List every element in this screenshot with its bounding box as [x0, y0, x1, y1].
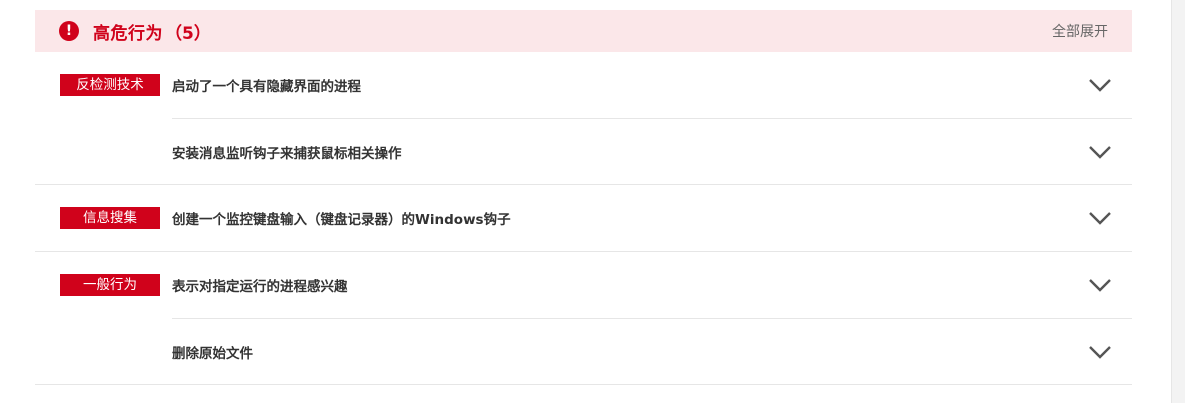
behavior-text: 安装消息监听钩子来捕获鼠标相关操作	[172, 145, 402, 162]
behavior-group: 一般行为 表示对指定运行的进程感兴趣 删除原始文件	[35, 252, 1132, 385]
behavior-text: 删除原始文件	[172, 345, 253, 362]
scrollbar-track[interactable]	[1171, 0, 1185, 403]
behavior-text: 表示对指定运行的进程感兴趣	[172, 279, 348, 295]
behavior-group: 反检测技术 启动了一个具有隐藏界面的进程 安装消息监听钩子来捕获鼠标相关操作	[35, 52, 1132, 185]
behavior-row[interactable]: 删除原始文件	[35, 318, 1132, 384]
panel-title: 高危行为	[93, 23, 163, 44]
chevron-down-icon[interactable]	[1080, 198, 1120, 238]
panel-header: ! 高危行为 （5） 全部展开	[35, 10, 1132, 52]
exclamation-icon: !	[59, 21, 79, 41]
category-tag: 信息搜集	[60, 207, 160, 229]
high-risk-behavior-panel: ! 高危行为 （5） 全部展开 反检测技术 启动了一个具有隐藏界面的进程 安装消…	[35, 10, 1132, 385]
expand-all-button[interactable]: 全部展开	[1052, 21, 1108, 41]
behavior-count: （5）	[165, 23, 211, 44]
behavior-row[interactable]: 反检测技术 启动了一个具有隐藏界面的进程	[35, 52, 1132, 118]
chevron-down-icon[interactable]	[1080, 132, 1120, 172]
chevron-down-icon[interactable]	[1080, 265, 1120, 305]
behavior-row[interactable]: 信息搜集 创建一个监控键盘输入（键盘记录器）的Windows钩子	[35, 185, 1132, 251]
behavior-row[interactable]: 安装消息监听钩子来捕获鼠标相关操作	[35, 118, 1132, 184]
chevron-down-icon[interactable]	[1080, 332, 1120, 372]
category-tag: 反检测技术	[60, 74, 160, 96]
behavior-group: 信息搜集 创建一个监控键盘输入（键盘记录器）的Windows钩子	[35, 185, 1132, 252]
chevron-down-icon[interactable]	[1080, 65, 1120, 105]
behavior-row[interactable]: 一般行为 表示对指定运行的进程感兴趣	[35, 252, 1132, 318]
behavior-text: 启动了一个具有隐藏界面的进程	[172, 79, 361, 95]
behavior-text: 创建一个监控键盘输入（键盘记录器）的Windows钩子	[172, 212, 511, 228]
category-tag: 一般行为	[60, 274, 160, 296]
